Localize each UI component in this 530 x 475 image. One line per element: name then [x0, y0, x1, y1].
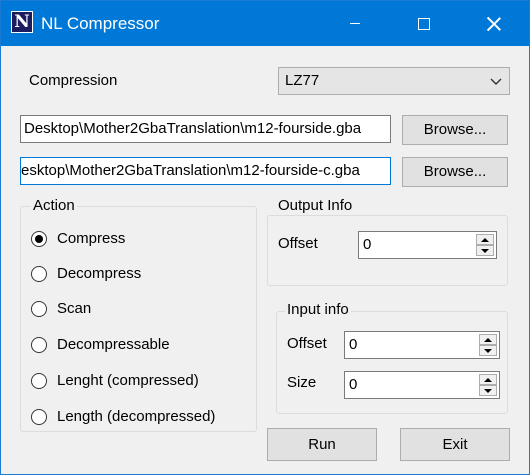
output-file-field[interactable]: esktop\Mother2GbaTranslation\m12-foursid… — [20, 157, 391, 185]
radio-compress[interactable]: Compress — [31, 228, 125, 250]
arrow-down-icon — [484, 388, 492, 393]
spin-down-button[interactable] — [479, 385, 497, 396]
app-window: N NL Compressor Compression LZ77 Desktop… — [0, 0, 530, 475]
compression-dropdown[interactable]: LZ77 — [278, 67, 510, 95]
radio-length-compressed[interactable]: Lenght (compressed) — [31, 370, 199, 392]
run-button[interactable]: Run — [267, 428, 377, 461]
input-info-title: Input info — [285, 301, 351, 319]
maximize-button[interactable] — [401, 1, 447, 46]
radio-decompress[interactable]: Decompress — [31, 263, 141, 285]
close-button[interactable] — [471, 1, 517, 46]
output-offset-label: Offset — [278, 235, 318, 252]
radio-button[interactable] — [31, 301, 47, 317]
arrow-up-icon — [481, 237, 489, 242]
radio-button[interactable] — [31, 337, 47, 353]
chevron-down-icon — [490, 78, 502, 85]
radio-length-decompressed[interactable]: Length (decompressed) — [31, 406, 215, 428]
maximize-icon — [418, 17, 430, 30]
spin-down-button[interactable] — [476, 245, 494, 256]
arrow-down-icon — [484, 348, 492, 353]
radio-label: Decompress — [57, 265, 142, 282]
compression-label: Compression — [29, 72, 118, 89]
close-icon — [487, 17, 501, 31]
input-file-field[interactable]: Desktop\Mother2GbaTranslation\m12-foursi… — [20, 115, 391, 143]
input-file-path: Desktop\Mother2GbaTranslation\m12-foursi… — [24, 120, 362, 137]
radio-label: Scan — [57, 300, 92, 317]
arrow-down-icon — [481, 248, 489, 253]
spin-up-button[interactable] — [476, 234, 494, 245]
input-size-label: Size — [287, 374, 317, 391]
output-offset-spinner[interactable]: 0 — [358, 231, 497, 259]
spin-up-button[interactable] — [479, 374, 497, 385]
output-offset-value: 0 — [363, 236, 372, 253]
browse-input-button[interactable]: Browse... — [402, 115, 508, 145]
spin-down-button[interactable] — [479, 345, 497, 356]
exit-button[interactable]: Exit — [400, 428, 510, 461]
compression-selected-value: LZ77 — [285, 72, 320, 89]
radio-label: Lenght (compressed) — [57, 372, 199, 389]
title-bar[interactable]: N NL Compressor — [1, 1, 529, 46]
radio-button[interactable] — [31, 231, 47, 247]
radio-button[interactable] — [31, 266, 47, 282]
input-size-value: 0 — [349, 376, 358, 393]
window-title: NL Compressor — [41, 14, 160, 33]
arrow-up-icon — [484, 377, 492, 382]
radio-label: Compress — [57, 230, 126, 247]
input-offset-label: Offset — [287, 335, 327, 352]
radio-button[interactable] — [31, 373, 47, 389]
arrow-up-icon — [484, 337, 492, 342]
output-file-path: esktop\Mother2GbaTranslation\m12-foursid… — [21, 162, 360, 179]
radio-label: Length (decompressed) — [57, 408, 216, 425]
minimize-button[interactable] — [332, 1, 378, 46]
minimize-icon — [350, 23, 360, 24]
output-info-title: Output Info — [276, 197, 355, 215]
radio-button[interactable] — [31, 409, 47, 425]
browse-output-button[interactable]: Browse... — [402, 157, 508, 187]
input-offset-spinner[interactable]: 0 — [344, 331, 500, 359]
radio-decompressable[interactable]: Decompressable — [31, 334, 170, 356]
action-group-title: Action — [31, 197, 77, 215]
input-size-spinner[interactable]: 0 — [344, 371, 500, 399]
nl-app-icon: N — [11, 11, 33, 33]
spin-up-button[interactable] — [479, 334, 497, 345]
input-offset-value: 0 — [349, 336, 358, 353]
radio-label: Decompressable — [57, 336, 170, 353]
radio-scan[interactable]: Scan — [31, 298, 91, 320]
